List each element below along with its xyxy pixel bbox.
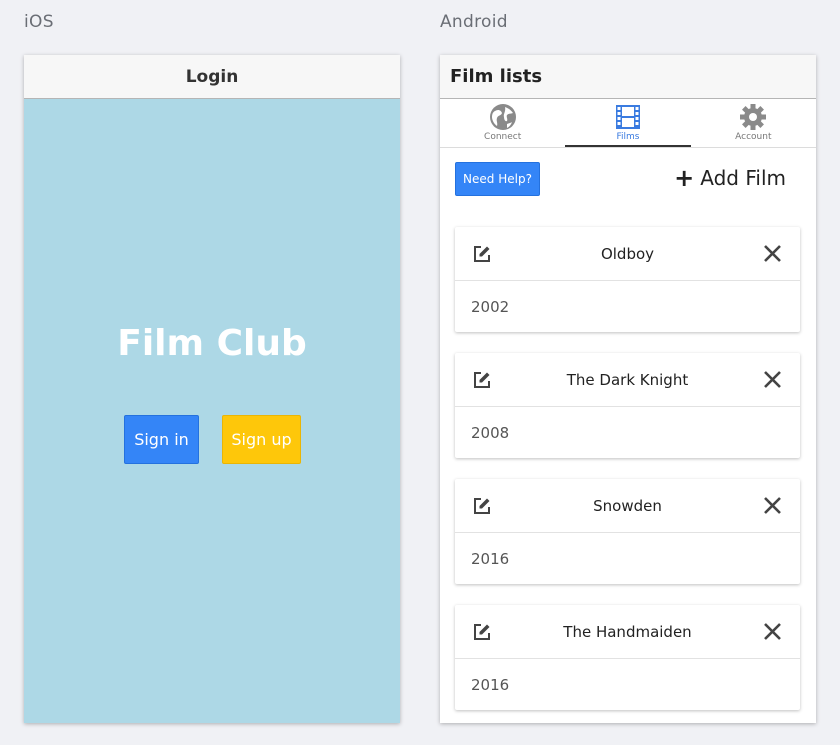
film-card: The Dark Knight 2008 <box>455 353 800 458</box>
android-header-title: Film lists <box>450 66 543 87</box>
tab-connect[interactable]: Connect <box>440 99 565 147</box>
add-film-label: Add Film <box>700 166 786 190</box>
plus-icon: + <box>674 164 695 192</box>
globe-icon <box>489 102 517 132</box>
login-body: Film Club Sign in Sign up <box>24 99 400 723</box>
ios-platform-label: iOS <box>24 12 54 32</box>
edit-icon[interactable] <box>473 497 491 519</box>
tab-films-label: Films <box>616 132 640 142</box>
close-icon[interactable] <box>763 370 782 393</box>
need-help-button[interactable]: Need Help? <box>455 162 540 196</box>
film-card: Snowden 2016 <box>455 479 800 584</box>
tab-films[interactable]: Films <box>565 99 691 147</box>
android-platform-label: Android <box>440 12 508 32</box>
film-year: 2008 <box>471 423 510 442</box>
film-card-header: Oldboy <box>455 227 800 281</box>
ios-header-title: Login <box>185 66 239 87</box>
film-title: Snowden <box>593 496 662 515</box>
film-icon <box>615 102 641 132</box>
tab-account-label: Account <box>735 132 772 142</box>
gear-icon <box>739 102 767 132</box>
film-title: The Dark Knight <box>566 370 689 389</box>
ios-nav-bar: Login <box>24 55 400 99</box>
ios-login-screen: Login Film Club Sign in Sign up <box>24 55 400 723</box>
close-icon[interactable] <box>763 496 782 519</box>
tab-connect-label: Connect <box>484 132 522 142</box>
tab-account[interactable]: Account <box>691 99 816 147</box>
android-film-lists-screen: Film lists Connect Films Account Need He… <box>440 55 816 723</box>
film-card: The Handmaiden 2016 <box>455 605 800 710</box>
add-film-button[interactable]: + Add Film <box>674 166 786 190</box>
action-row: Need Help? + Add Film <box>440 148 816 226</box>
edit-icon[interactable] <box>473 371 491 393</box>
film-year: 2002 <box>471 297 510 316</box>
film-card: Oldboy 2002 <box>455 227 800 332</box>
film-card-header: The Dark Knight <box>455 353 800 407</box>
close-icon[interactable] <box>763 244 782 267</box>
film-year: 2016 <box>471 549 510 568</box>
tab-bar: Connect Films Account <box>440 99 816 148</box>
close-icon[interactable] <box>763 622 782 645</box>
sign-in-button[interactable]: Sign in <box>124 415 199 464</box>
film-year: 2016 <box>471 675 510 694</box>
edit-icon[interactable] <box>473 245 491 267</box>
film-title: The Handmaiden <box>563 622 692 641</box>
sign-up-button[interactable]: Sign up <box>222 415 301 464</box>
film-card-header: The Handmaiden <box>455 605 800 659</box>
film-card-header: Snowden <box>455 479 800 533</box>
film-title: Oldboy <box>600 244 655 263</box>
edit-icon[interactable] <box>473 623 491 645</box>
android-app-bar: Film lists <box>440 55 816 99</box>
app-title: Film Club <box>117 323 307 364</box>
